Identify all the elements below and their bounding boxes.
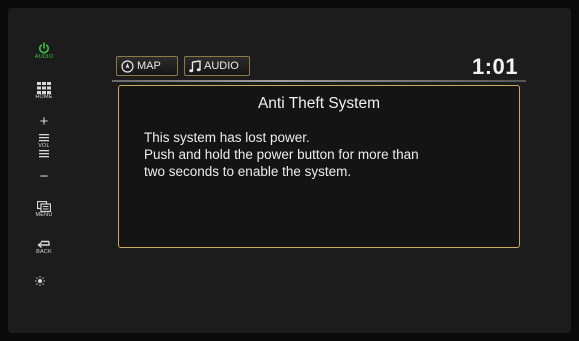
home-label: HOME [35,94,53,100]
minus-icon: − [39,168,49,185]
tab-audio[interactable]: AUDIO [184,56,250,76]
power-audio-button[interactable]: AUDIO [29,42,59,60]
volume-up-button[interactable]: + [29,113,59,130]
tab-map-label: MAP [137,60,161,72]
day-night-icon [35,276,53,286]
volume-bars-icon [39,134,49,142]
home-grid-icon [37,82,51,94]
header-divider [112,80,526,82]
tab-map[interactable]: MAP [116,56,178,76]
tab-audio-label: AUDIO [204,60,239,72]
back-arrow-icon [37,240,50,249]
volume-slider[interactable]: VOL [29,134,59,158]
power-icon [39,42,49,54]
anti-theft-dialog: Anti Theft System This system has lost p… [118,85,520,248]
vol-label: VOL [38,143,50,149]
plus-icon: + [39,113,49,130]
brightness-button[interactable] [29,276,59,286]
back-label: BACK [36,249,52,255]
menu-icon [37,201,51,212]
home-button[interactable]: HOME [29,82,59,100]
clock: 1:01 [471,54,518,79]
menu-button[interactable]: MENU [29,201,59,218]
dialog-message: This system has lost power. Push and hol… [144,129,507,180]
compass-icon [121,59,134,73]
volume-bars-lower-icon [39,150,49,158]
volume-down-button[interactable]: − [29,168,59,185]
audio-label: AUDIO [34,54,54,60]
dialog-message-line: Push and hold the power button for more … [144,147,419,162]
hardware-button-column: AUDIO HOME + VOL − MENU BACK [0,0,60,341]
music-note-icon [189,59,201,72]
dialog-message-line: two seconds to enable the system. [144,164,352,179]
dialog-message-line: This system has lost power. [144,130,310,145]
dialog-title: Anti Theft System [257,95,381,112]
menu-label: MENU [35,212,53,218]
main-screen: MAP AUDIO 1:01 Anti Theft System This sy… [112,54,526,254]
back-button[interactable]: BACK [29,240,59,255]
